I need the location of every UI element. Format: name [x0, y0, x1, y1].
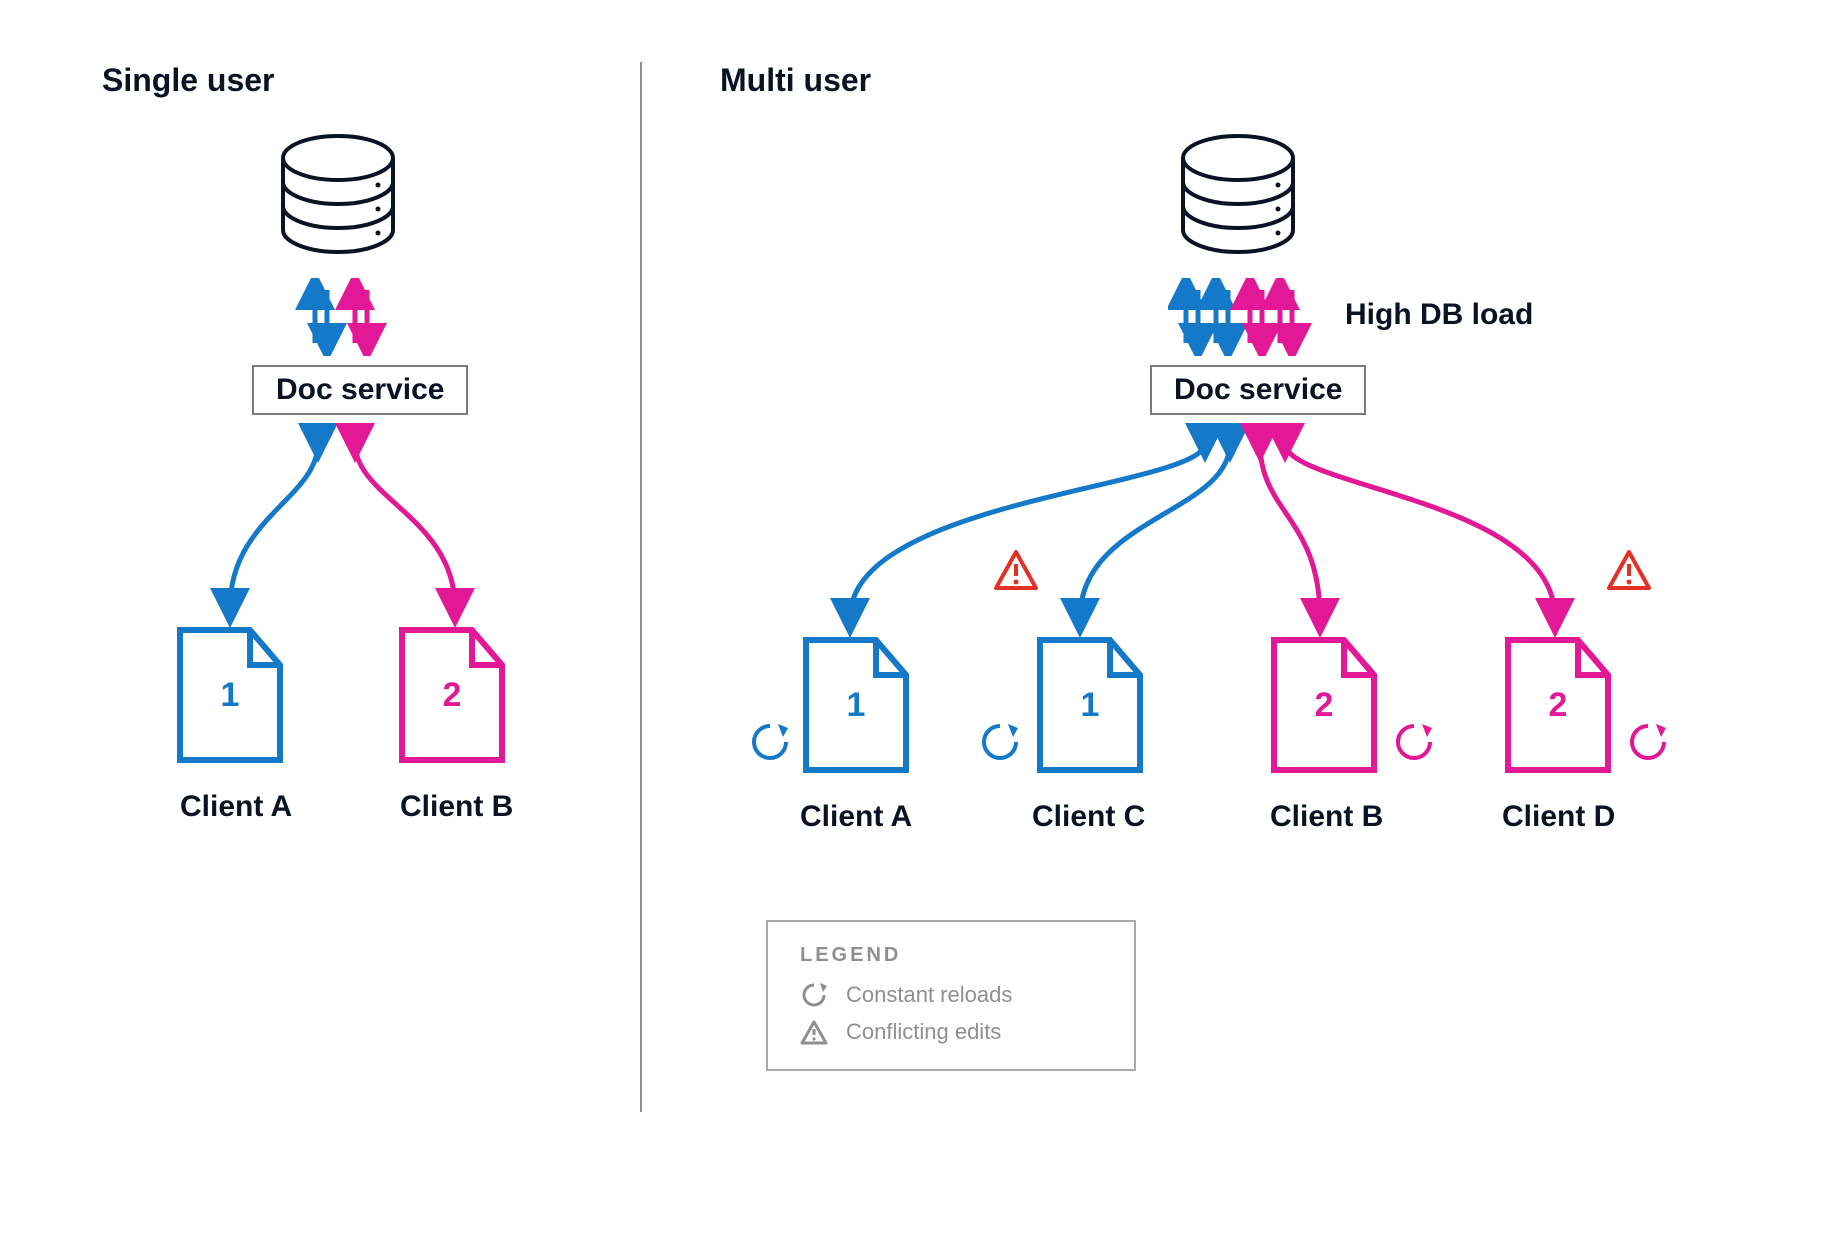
doc-icon-client-a: 1 [796, 630, 916, 780]
legend-title: LEGEND [800, 944, 1102, 967]
doc-icon-client-c: 1 [1030, 630, 1150, 780]
database-icon-right [1168, 130, 1308, 270]
doc-service-box-right: Doc service [1150, 365, 1366, 415]
divider [640, 62, 642, 1112]
doc-service-box-left: Doc service [252, 365, 468, 415]
doc-icon-client-d: 2 [1498, 630, 1618, 780]
legend-box: LEGEND Constant reloads Conflicting edit… [766, 920, 1136, 1071]
doc-icon-client-b: 2 [1264, 630, 1384, 780]
db-service-arrows [295, 278, 395, 356]
reload-icon [1392, 720, 1436, 764]
client-c-label: Client C [1032, 800, 1145, 834]
client-b-label: Client B [1270, 800, 1383, 834]
reload-icon [800, 981, 828, 1009]
legend-row-reload: Constant reloads [800, 981, 1102, 1009]
reload-icon [748, 720, 792, 764]
high-db-load-label: High DB load [1345, 298, 1533, 332]
client-b-label-left: Client B [400, 790, 513, 824]
client-arrows-left [170, 418, 530, 638]
legend-conflict-label: Conflicting edits [846, 1019, 1001, 1045]
reload-icon [1626, 720, 1670, 764]
single-user-title: Single user [102, 62, 275, 99]
multi-user-title: Multi user [720, 62, 871, 99]
client-d-label: Client D [1502, 800, 1615, 834]
client-a-label-left: Client A [180, 790, 292, 824]
client-arrows-right [760, 418, 1760, 648]
doc-icon-1-left: 1 [170, 620, 290, 770]
warning-icon [1605, 548, 1653, 592]
warning-icon [800, 1019, 828, 1045]
reload-icon [978, 720, 1022, 764]
warning-icon [992, 548, 1040, 592]
database-icon [268, 130, 408, 270]
client-a-label: Client A [800, 800, 912, 834]
db-service-arrows-right [1168, 278, 1328, 356]
doc-icon-2-left: 2 [392, 620, 512, 770]
legend-reload-label: Constant reloads [846, 982, 1012, 1008]
legend-row-conflict: Conflicting edits [800, 1019, 1102, 1045]
